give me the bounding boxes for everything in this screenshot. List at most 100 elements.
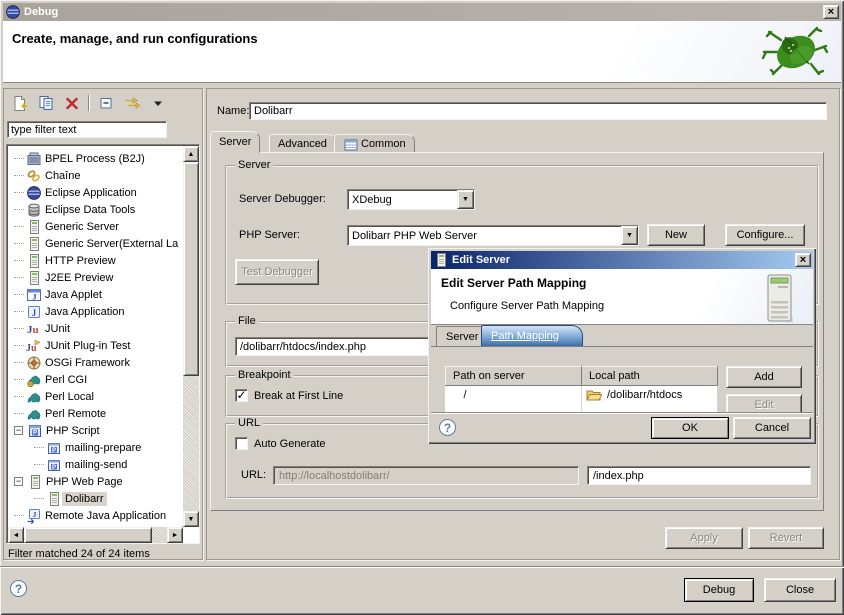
filter-input[interactable] — [7, 121, 167, 138]
scroll-left-icon[interactable]: ◄ — [8, 527, 24, 543]
tree-item-php-script[interactable]: −PPHP Script — [14, 422, 103, 439]
name-input[interactable] — [249, 102, 827, 120]
url-path-input[interactable] — [587, 466, 811, 485]
tree-item-label: JUnit Plug-in Test — [42, 339, 133, 353]
tree-item-dolibarr[interactable]: Dolibarr — [34, 490, 107, 507]
tree-item-http-preview[interactable]: HTTP Preview — [14, 252, 119, 269]
dialog-close-icon[interactable]: × — [795, 253, 811, 267]
tree-item-osgi-framework[interactable]: OSGi Framework — [14, 354, 133, 371]
path-on-server-cell[interactable]: / — [446, 386, 582, 405]
path-mapping-table[interactable]: Path on server Local path //dolibarr/htd… — [445, 366, 718, 412]
php-server-select[interactable]: Dolibarr PHP Web Server ▼ — [347, 225, 639, 246]
collapse-all-icon[interactable] — [96, 93, 116, 113]
server-icon — [26, 236, 42, 252]
collapse-expander-icon[interactable]: − — [14, 477, 23, 486]
apply-button[interactable]: Apply — [665, 527, 743, 549]
tree-item-bpel-process-b2j-[interactable]: BPEL Process (B2J) — [14, 150, 148, 167]
scroll-right-icon[interactable]: ► — [167, 527, 183, 543]
junit-plugin-icon: Ju — [26, 338, 42, 354]
tab-server[interactable]: Server — [210, 131, 260, 153]
tree-item-label: PHP Script — [43, 424, 103, 438]
configure-server-button[interactable]: Configure... — [725, 224, 805, 246]
dialog-tab-path-mapping[interactable]: Path Mapping — [481, 325, 583, 346]
server-icon — [27, 474, 43, 490]
tree-line — [14, 243, 24, 244]
close-icon[interactable]: × — [823, 5, 839, 19]
name-label: Name: — [217, 105, 249, 117]
tree-vscrollbar[interactable]: ▲ ▼ — [183, 146, 199, 527]
tab-common[interactable]: Common — [334, 134, 415, 153]
column-local-path[interactable]: Local path — [582, 367, 718, 386]
auto-generate-checkbox[interactable] — [235, 437, 248, 450]
tree-item-perl-cgi[interactable]: Perl CGI — [14, 371, 90, 388]
tree-hscrollbar[interactable]: ◄ ► — [8, 527, 183, 543]
filter-icon[interactable] — [122, 93, 142, 113]
menu-arrow-icon[interactable] — [148, 93, 168, 113]
tree-item-mailing-prepare[interactable]: Pmailing-prepare — [34, 439, 144, 456]
tree-item-eclipse-data-tools[interactable]: Eclipse Data Tools — [14, 201, 138, 218]
tree-item-generic-server[interactable]: Generic Server — [14, 218, 122, 235]
vscroll-thumb[interactable] — [183, 162, 199, 376]
remote-java-icon: J — [26, 508, 42, 524]
break-first-line-checkbox[interactable]: ✓ — [235, 389, 248, 402]
duplicate-icon[interactable] — [36, 93, 56, 113]
tree-item-generic-server-external-la[interactable]: Generic Server(External La — [14, 235, 181, 252]
empty-cell — [446, 405, 582, 413]
tree-item-mailing-send[interactable]: Pmailing-send — [34, 456, 130, 473]
dialog-tabs: Server Path Mapping — [431, 325, 813, 347]
dialog-help-icon[interactable]: ? — [439, 419, 456, 436]
add-mapping-button[interactable]: Add — [726, 366, 802, 388]
delete-icon[interactable] — [62, 93, 82, 113]
auto-generate-label: Auto Generate — [254, 438, 326, 450]
tree-item-j2ee-preview[interactable]: J2EE Preview — [14, 269, 116, 286]
tree-viewport[interactable]: BPEL Process (B2J)ChaîneEclipse Applicat… — [8, 146, 184, 527]
tree-item-cha-ne[interactable]: Chaîne — [14, 167, 83, 184]
tree-item-junit[interactable]: JuJUnit — [14, 320, 73, 337]
sidebar-toolbar — [10, 92, 168, 114]
tree-item-java-applet[interactable]: JJava Applet — [14, 286, 105, 303]
local-path-cell[interactable]: /dolibarr/htdocs — [582, 386, 718, 405]
chevron-down-icon[interactable]: ▼ — [457, 190, 474, 209]
vscroll-track[interactable] — [183, 376, 199, 511]
tree-item-java-application[interactable]: JJava Application — [14, 303, 128, 320]
path-mapping-row[interactable]: //dolibarr/htdocs — [446, 386, 718, 405]
server-group-title: Server — [235, 159, 273, 171]
column-path-on-server[interactable]: Path on server — [446, 367, 582, 386]
server-icon — [433, 252, 449, 268]
revert-button[interactable]: Revert — [748, 527, 824, 549]
help-icon[interactable]: ? — [10, 580, 27, 597]
scroll-down-icon[interactable]: ▼ — [183, 511, 199, 527]
collapse-expander-icon[interactable]: − — [14, 426, 23, 435]
hscroll-track[interactable] — [152, 527, 167, 543]
close-button[interactable]: Close — [764, 578, 836, 602]
svg-text:P: P — [52, 464, 56, 470]
test-debugger-button[interactable]: Test Debugger — [235, 259, 319, 285]
svg-text:J: J — [33, 510, 37, 519]
ok-button[interactable]: OK — [651, 417, 729, 439]
tab-advanced[interactable]: Advanced — [269, 134, 336, 153]
tree-line — [14, 294, 24, 295]
bpel-process-icon — [26, 151, 42, 167]
tree-line — [14, 515, 24, 516]
edit-mapping-button[interactable]: Edit — [726, 394, 802, 412]
tree-item-perl-local[interactable]: Perl Local — [14, 388, 97, 405]
debug-button[interactable]: Debug — [684, 578, 754, 602]
tree-item-php-web-page[interactable]: − PHP Web Page — [14, 473, 126, 490]
hscroll-thumb[interactable] — [24, 527, 152, 543]
folder-icon — [586, 387, 602, 403]
tree-item-label: PHP Web Page — [43, 475, 126, 489]
tree-item-remote-java-application[interactable]: JRemote Java Application — [14, 507, 169, 524]
scroll-up-icon[interactable]: ▲ — [183, 146, 199, 162]
server-debugger-select[interactable]: XDebug ▼ — [347, 189, 475, 210]
new-server-button[interactable]: New — [647, 224, 705, 246]
chevron-down-icon[interactable]: ▼ — [621, 226, 638, 245]
tree-item-label: Java Application — [42, 305, 128, 319]
cancel-button[interactable]: Cancel — [733, 417, 811, 439]
dialog-separator — [431, 412, 813, 414]
new-config-icon[interactable] — [10, 93, 30, 113]
tree-item-eclipse-application[interactable]: Eclipse Application — [14, 184, 140, 201]
tree-item-junit-plug-in-test[interactable]: JuJUnit Plug-in Test — [14, 337, 133, 354]
tree-item-perl-remote[interactable]: Perl Remote — [14, 405, 109, 422]
eclipse-logo-icon — [5, 4, 21, 20]
tree-line — [14, 277, 24, 278]
